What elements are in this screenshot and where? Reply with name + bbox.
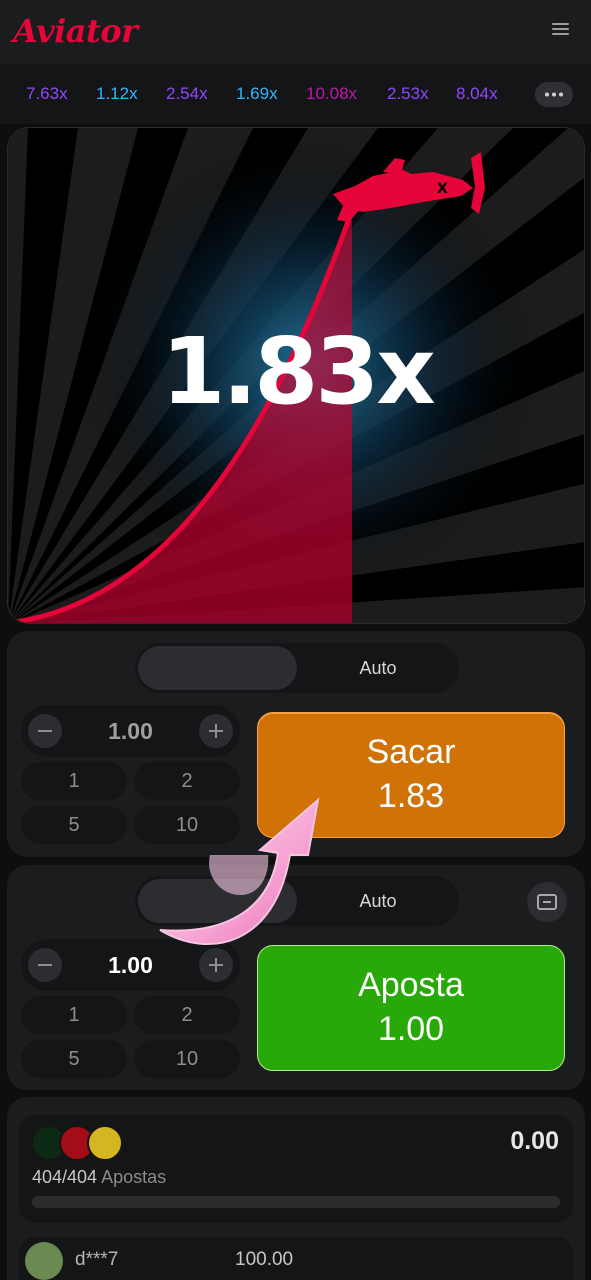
plus-icon[interactable] — [199, 714, 233, 748]
history-item: 1.12x — [96, 84, 138, 103]
svg-text:X: X — [437, 181, 448, 197]
multiplier-history: 7.63x 1.12x 2.54x 1.69x 10.08x 2.53x 8.0… — [0, 64, 591, 124]
bet-button-label: Aposta — [358, 966, 464, 1004]
remove-panel-icon[interactable] — [527, 882, 567, 922]
game-canvas: X 1.83x — [7, 127, 585, 624]
history-item: 2.53x — [387, 84, 429, 103]
minus-icon[interactable] — [28, 714, 62, 748]
cashout-label: Sacar — [366, 733, 456, 771]
pointer-arrow-icon — [159, 797, 320, 945]
bets-summary: 0.00 404/404 Apostas — [19, 1115, 573, 1223]
bets-count: 404/404 Apostas — [32, 1167, 166, 1188]
history-item: 8.04x — [456, 84, 498, 103]
player-avatars — [31, 1125, 131, 1163]
quick-amount-chip[interactable]: 2 — [134, 996, 240, 1034]
bets-count-value: 404/404 — [32, 1167, 98, 1187]
minus-icon[interactable] — [28, 948, 62, 982]
bet-button-value: 1.00 — [377, 1010, 445, 1048]
bet-username: d***7 — [75, 1249, 119, 1270]
table-row: d***7 100.00 — [19, 1237, 573, 1280]
history-item: 7.63x — [26, 84, 68, 103]
quick-amount-chip[interactable]: 5 — [21, 806, 127, 844]
avatar — [25, 1242, 63, 1280]
bets-count-label: Apostas — [101, 1167, 167, 1187]
bets-progress-bar — [32, 1196, 560, 1208]
quick-amount-chip[interactable]: 1 — [21, 996, 127, 1034]
avatar — [87, 1125, 123, 1161]
bet-button[interactable]: Aposta 1.00 — [257, 945, 565, 1071]
history-item: 2.54x — [166, 84, 208, 103]
bet-amount[interactable]: 1.00 — [66, 705, 195, 757]
total-win: 0.00 — [510, 1127, 559, 1155]
tab-bet[interactable] — [138, 646, 297, 690]
aviator-logo[interactable]: Aviator — [13, 12, 138, 50]
all-bets-panel: 0.00 404/404 Apostas d***7 100.00 — [7, 1097, 585, 1280]
bet-amount-value: 100.00 — [235, 1249, 294, 1270]
hamburger-icon[interactable] — [546, 20, 574, 44]
quick-amount-chip[interactable]: 5 — [21, 1040, 127, 1078]
amount-stepper: 1.00 — [21, 705, 240, 757]
quick-amount-chip[interactable]: 10 — [134, 1040, 240, 1078]
quick-amount-chip[interactable]: 1 — [21, 762, 127, 800]
history-item: 10.08x — [306, 84, 358, 103]
history-item: 1.69x — [236, 84, 278, 103]
bet-mode-tabs: Auto — [135, 643, 459, 693]
tab-auto[interactable]: Auto — [297, 643, 459, 693]
ellipsis-icon[interactable] — [535, 82, 573, 107]
current-multiplier: 1.83x — [161, 318, 435, 425]
top-bar: Aviator — [0, 0, 591, 64]
